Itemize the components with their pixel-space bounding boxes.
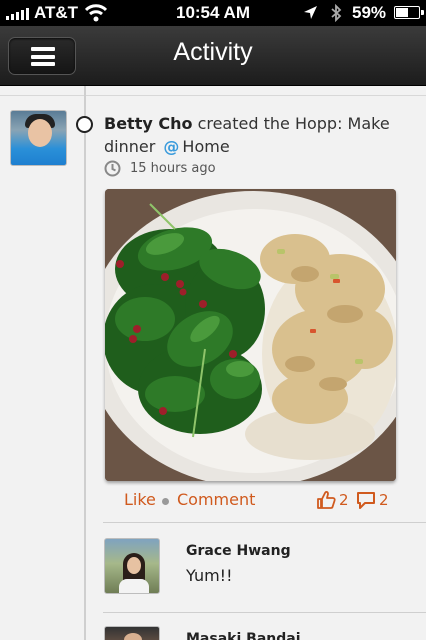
clock-icon	[104, 160, 121, 177]
timestamp-row: 15 hours ago	[104, 160, 216, 177]
activity-text: Betty Cho created the Hopp: Make dinner …	[104, 112, 404, 158]
battery-percent: 59%	[352, 3, 387, 22]
comment-text: Yum!!	[186, 566, 233, 585]
like-count: 2	[339, 491, 349, 509]
avatar-grace-hwang[interactable]	[104, 538, 160, 594]
activity-user-name[interactable]: Betty Cho	[104, 114, 192, 133]
comment-author[interactable]: Grace Hwang	[186, 543, 291, 559]
separator-dot	[162, 498, 169, 505]
comment-count: 2	[379, 491, 389, 509]
location-icon	[304, 6, 317, 19]
at-icon: @	[163, 137, 180, 156]
comment-author[interactable]: Masaki Bandai	[186, 631, 301, 640]
action-row: Like Comment 2 2	[124, 490, 400, 512]
divider	[103, 612, 426, 613]
status-bar: AT&T 10:54 AM 59%	[0, 0, 426, 26]
nav-bar: Activity	[0, 26, 426, 86]
divider	[103, 522, 426, 523]
time-ago: 15 hours ago	[130, 161, 216, 176]
divider	[0, 95, 426, 96]
page-title: Activity	[173, 38, 253, 66]
activity-location[interactable]: Home	[182, 137, 229, 156]
avatar-betty-cho[interactable]	[10, 110, 67, 166]
speech-bubble-icon[interactable]	[356, 491, 376, 510]
battery-icon	[394, 6, 424, 19]
comment-button[interactable]: Comment	[177, 490, 255, 509]
timeline-dot	[76, 116, 93, 133]
activity-photo[interactable]	[105, 189, 396, 481]
bluetooth-icon	[331, 4, 342, 22]
like-button[interactable]: Like	[124, 490, 156, 509]
avatar-masaki-bandai[interactable]	[104, 626, 160, 640]
thumbs-up-icon[interactable]	[316, 490, 336, 510]
timeline-line	[84, 86, 86, 640]
food-plate-image	[105, 189, 396, 481]
